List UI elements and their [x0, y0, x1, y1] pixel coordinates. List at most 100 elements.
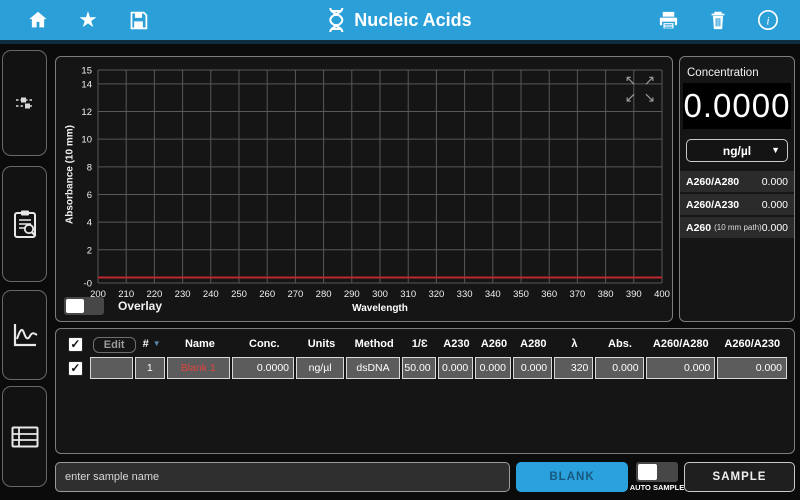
table-row[interactable]: ✓ 1 Blank 1 0.0000 ng/µl dsDNA 50.00 0.0…: [56, 355, 794, 381]
col-header-a280[interactable]: A280: [513, 338, 554, 350]
absorbance-chart-panel: 2002102202302402502602702802903003103203…: [55, 56, 673, 322]
col-header-lambda[interactable]: λ: [554, 338, 595, 350]
svg-text:330: 330: [457, 289, 473, 300]
concentration-label: Concentration: [687, 67, 794, 79]
svg-text:Wavelength: Wavelength: [352, 303, 408, 314]
ratio-row-a260-a280: A260/A280 0.000: [680, 171, 794, 192]
svg-text:-0: -0: [84, 279, 92, 290]
dna-icon: [328, 7, 344, 33]
svg-text:10: 10: [81, 135, 92, 146]
svg-text:340: 340: [485, 289, 501, 300]
sidebar-item-table[interactable]: [2, 386, 47, 487]
cell-inv-epsilon: 50.00: [402, 357, 436, 379]
ratio-value: 0.000: [762, 199, 788, 211]
svg-text:i: i: [766, 14, 769, 28]
overlay-control: Overlay: [64, 297, 162, 315]
favorite-star-icon[interactable]: ★: [76, 8, 100, 32]
cell-a260: 0.000: [475, 357, 511, 379]
topbar-left-icons: ★: [26, 8, 150, 32]
settings-sliders-icon: [13, 91, 37, 115]
col-header-a260[interactable]: A260: [475, 338, 513, 350]
clipboard-search-icon: [12, 209, 38, 239]
svg-text:4: 4: [87, 218, 92, 229]
page-title: Nucleic Acids: [354, 10, 471, 31]
svg-text:310: 310: [400, 289, 416, 300]
ratio-row-a260-path: A260 (10 mm path) 0.000: [680, 217, 794, 238]
svg-text:380: 380: [598, 289, 614, 300]
sidebar-item-samples[interactable]: [2, 166, 47, 282]
col-header-units[interactable]: Units: [296, 338, 346, 350]
table-icon: [11, 426, 39, 448]
svg-text:290: 290: [344, 289, 360, 300]
ratio-value: 0.000: [762, 222, 788, 234]
col-header-abs[interactable]: Abs.: [595, 338, 645, 350]
table-header-row: ✓ Edit #▼ Name Conc. Units Method 1/Ɛ A2…: [56, 329, 794, 355]
concentration-value: 0.0000: [683, 83, 791, 129]
edit-button[interactable]: Edit: [93, 337, 136, 353]
col-header-method[interactable]: Method: [347, 338, 402, 350]
cell-name: Blank 1: [167, 357, 230, 379]
cell-method: dsDNA: [346, 357, 400, 379]
cell-num: 1: [135, 357, 165, 379]
svg-text:2: 2: [87, 245, 92, 256]
sidebar-item-spectrum[interactable]: [2, 290, 47, 380]
chart-y-axis-label: Absorbance (10 mm): [65, 85, 76, 265]
col-header-inv-epsilon[interactable]: 1/Ɛ: [402, 338, 438, 350]
delete-icon[interactable]: [706, 8, 730, 32]
svg-text:12: 12: [81, 107, 92, 118]
svg-text:370: 370: [569, 289, 585, 300]
cell-abs: 0.000: [595, 357, 643, 379]
sample-button[interactable]: SAMPLE: [684, 462, 795, 492]
top-bar: ★ Nucleic Acids: [0, 0, 800, 44]
svg-text:280: 280: [316, 289, 332, 300]
auto-sample-label: AUTO SAMPLE: [621, 483, 693, 492]
sample-name-input[interactable]: [55, 462, 510, 492]
cell-lambda: 320: [554, 357, 593, 379]
col-header-a230[interactable]: A230: [438, 338, 476, 350]
cell-a280: 0.000: [513, 357, 552, 379]
ratio-rows: A260/A280 0.000 A260/A230 0.000 A260 (10…: [680, 171, 794, 238]
col-header-num[interactable]: #▼: [136, 338, 168, 350]
svg-text:390: 390: [626, 289, 642, 300]
app-title-group: Nucleic Acids: [328, 0, 471, 40]
blank-button[interactable]: BLANK: [516, 462, 628, 492]
select-all-checkbox[interactable]: ✓: [68, 337, 83, 352]
sample-table-panel: ✓ Edit #▼ Name Conc. Units Method 1/Ɛ A2…: [55, 328, 795, 454]
cell-edit-spacer: [90, 357, 133, 379]
overlay-toggle[interactable]: [64, 297, 104, 315]
print-icon[interactable]: [656, 8, 680, 32]
units-selected-value: ng/µl: [723, 144, 751, 158]
absorbance-chart: 2002102202302402502602702802903003103203…: [56, 57, 672, 319]
svg-text:230: 230: [175, 289, 191, 300]
svg-text:240: 240: [203, 289, 219, 300]
cell-units: ng/µl: [296, 357, 344, 379]
col-header-name[interactable]: Name: [168, 338, 232, 350]
auto-sample-control: AUTO SAMPLE: [621, 462, 693, 492]
overlay-label: Overlay: [118, 299, 162, 313]
cell-a260-a230: 0.000: [717, 357, 787, 379]
svg-text:320: 320: [428, 289, 444, 300]
col-header-a260-a230[interactable]: A260/A230: [717, 338, 789, 350]
col-header-conc[interactable]: Conc.: [232, 338, 296, 350]
svg-text:360: 360: [541, 289, 557, 300]
ratio-row-a260-a230: A260/A230 0.000: [680, 194, 794, 215]
svg-text:260: 260: [259, 289, 275, 300]
cell-a230: 0.000: [438, 357, 474, 379]
results-panel: Concentration 0.0000 ng/µl ▼ A260/A280 0…: [679, 56, 795, 322]
units-dropdown[interactable]: ng/µl ▼: [686, 139, 788, 162]
svg-text:270: 270: [287, 289, 303, 300]
expand-arrows-icon[interactable]: ↖↗ ↙↘: [621, 72, 659, 106]
auto-sample-toggle[interactable]: [636, 462, 678, 482]
spectrum-icon: [11, 321, 39, 349]
home-icon[interactable]: [26, 8, 50, 32]
svg-text:300: 300: [372, 289, 388, 300]
svg-text:250: 250: [231, 289, 247, 300]
sidebar-item-settings[interactable]: [2, 50, 47, 156]
svg-text:15: 15: [81, 66, 92, 77]
cell-a260-a280: 0.000: [646, 357, 716, 379]
row-checkbox[interactable]: ✓: [68, 361, 83, 376]
svg-text:6: 6: [87, 190, 92, 201]
save-icon[interactable]: [126, 8, 150, 32]
col-header-a260-a280[interactable]: A260/A280: [645, 338, 717, 350]
info-icon[interactable]: i: [756, 8, 780, 32]
